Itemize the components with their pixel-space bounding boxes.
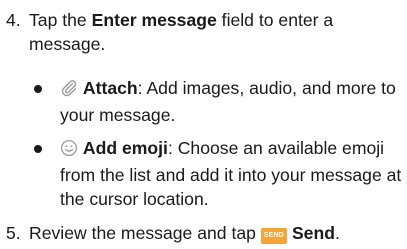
bullet-dot: [34, 145, 42, 153]
step-text-pre: Review the message and tap: [29, 223, 261, 243]
step-text-pre: Tap the: [29, 10, 92, 30]
bullet-text: Attach: Add images, audio, and more to y…: [60, 76, 404, 127]
bullet-text: Add emoji: Choose an available emoji fro…: [60, 136, 404, 211]
send-icon: SEND: [260, 228, 288, 244]
send-label: Send: [291, 223, 335, 243]
step-text-post: .: [334, 223, 340, 243]
add-emoji-label: Add emoji: [82, 138, 168, 158]
step-4: 4. Tap the Enter message field to enter …: [6, 8, 404, 58]
step-text: Tap the Enter message field to enter a m…: [29, 8, 404, 56]
smiley-icon: [60, 139, 78, 163]
enter-message-label: Enter message: [91, 10, 217, 30]
bullet-add-emoji: Add emoji: Choose an available emoji fro…: [34, 136, 404, 210]
step-number: 4.: [6, 10, 21, 30]
paperclip-icon: [60, 79, 78, 103]
attach-label: Attach: [82, 78, 138, 98]
step-5: 5. Review the message and tap SEND Send.: [6, 221, 404, 247]
bullet-attach: Attach: Add images, audio, and more to y…: [34, 76, 404, 126]
step-text: Review the message and tap SEND Send.: [29, 221, 404, 245]
bullet-dot: [34, 85, 42, 93]
step-number: 5.: [6, 223, 21, 243]
